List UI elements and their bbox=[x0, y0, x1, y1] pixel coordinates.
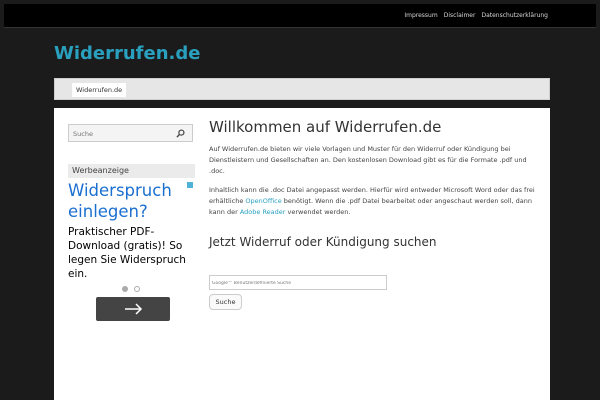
ad-dot-2[interactable] bbox=[134, 286, 140, 292]
nav-tab-home[interactable]: Widerrufen.de bbox=[72, 83, 127, 97]
privacy-link[interactable]: Datenschutzerklärung bbox=[481, 12, 548, 19]
sidebar-search bbox=[68, 124, 193, 142]
site-title[interactable]: Widerrufen.de bbox=[54, 43, 200, 64]
ad-headline[interactable]: Widerspruch einlegen? bbox=[68, 180, 195, 222]
info-paragraph: Inhaltlich kann die .doc Datei angepasst… bbox=[209, 185, 539, 218]
disclaimer-link[interactable]: Disclaimer bbox=[444, 12, 476, 19]
sidebar: Werbeanzeige Widerspruch einlegen? Prakt… bbox=[68, 124, 195, 321]
impressum-link[interactable]: Impressum bbox=[404, 12, 437, 19]
ad-pagination bbox=[122, 286, 140, 292]
search-input[interactable] bbox=[73, 128, 173, 139]
main-column: Willkommen auf Widerrufen.de Auf Widerru… bbox=[209, 118, 539, 310]
ad-label: Werbeanzeige bbox=[68, 164, 195, 178]
adobe-reader-link[interactable]: Adobe Reader bbox=[240, 208, 286, 216]
content-area: Werbeanzeige Widerspruch einlegen? Prakt… bbox=[54, 108, 550, 400]
custom-search-box bbox=[209, 275, 387, 290]
intro-paragraph: Auf Widerrufen.de bieten wir viele Vorla… bbox=[209, 145, 527, 175]
custom-search-input[interactable] bbox=[212, 279, 382, 287]
ad-text: Praktischer PDF-Download (gratis)! So le… bbox=[68, 226, 186, 280]
advertisement[interactable]: Widerspruch einlegen? Praktischer PDF-Do… bbox=[68, 180, 195, 321]
adchoices-icon[interactable] bbox=[187, 182, 193, 188]
search-icon[interactable] bbox=[176, 129, 185, 138]
section-subtitle: Jetzt Widerruf oder Kündigung suchen bbox=[209, 235, 437, 249]
ad-next-button[interactable] bbox=[96, 297, 170, 321]
openoffice-link[interactable]: OpenOffice bbox=[245, 197, 281, 205]
top-bar: Impressum Disclaimer Datenschutzerklärun… bbox=[4, 4, 596, 28]
info-text-3: verwendet werden. bbox=[285, 208, 351, 216]
nav-bar: Widerrufen.de bbox=[54, 78, 550, 100]
page-title: Willkommen auf Widerrufen.de bbox=[209, 118, 442, 136]
ad-dot-1[interactable] bbox=[122, 286, 128, 292]
arrow-right-icon bbox=[125, 303, 143, 315]
search-button[interactable]: Suche bbox=[209, 294, 242, 310]
